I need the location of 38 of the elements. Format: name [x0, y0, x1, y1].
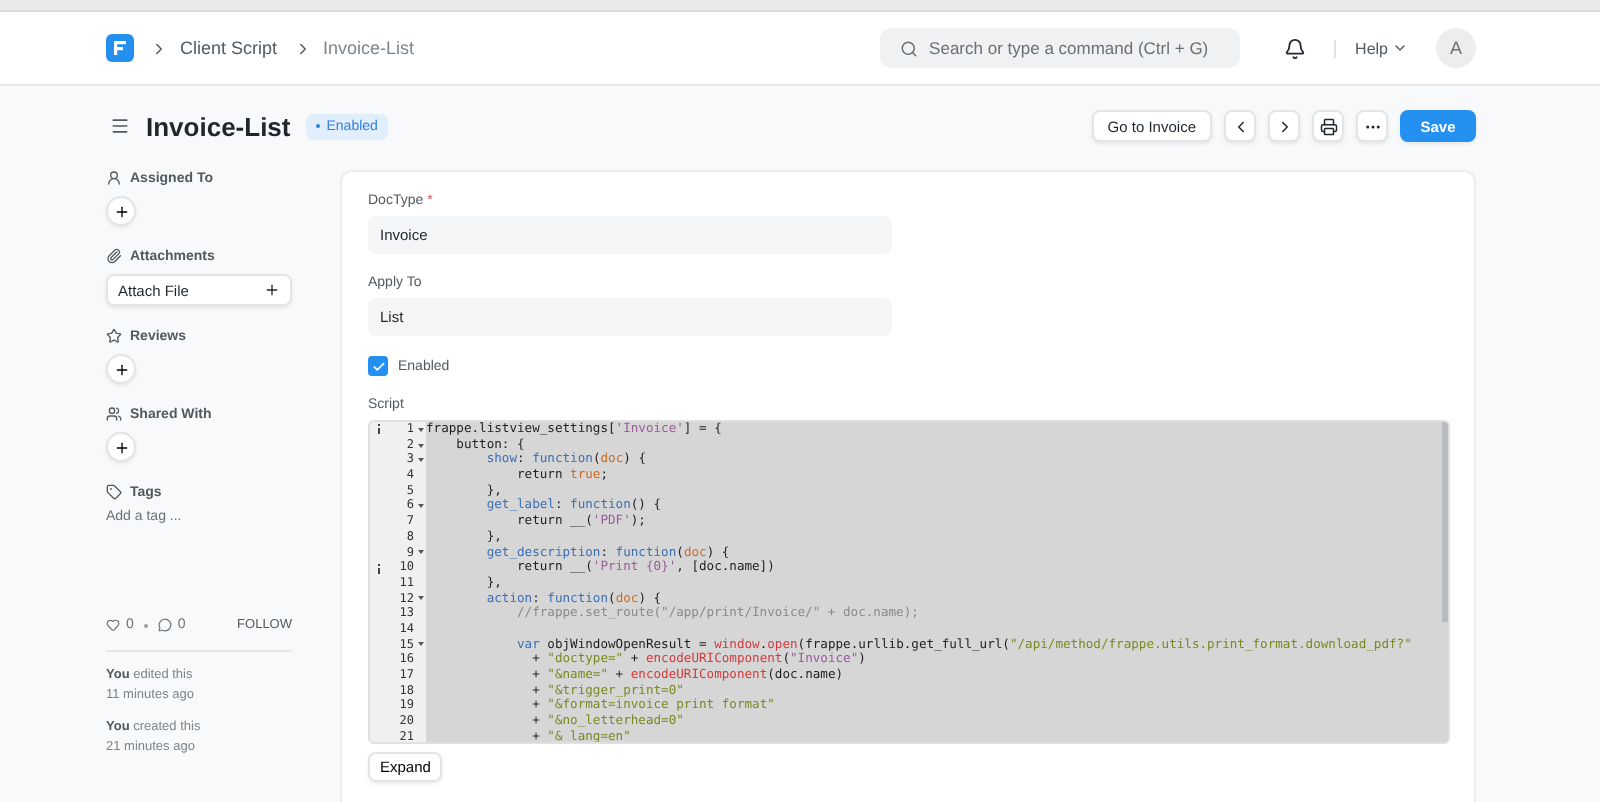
fold-icon[interactable] — [418, 550, 424, 555]
notification-bell-icon[interactable] — [1283, 37, 1306, 59]
caret-icon — [1392, 40, 1408, 56]
fold-icon[interactable] — [418, 458, 424, 463]
menu-icon[interactable] — [110, 116, 130, 136]
user-avatar[interactable]: A — [1436, 28, 1476, 68]
code-editor[interactable] — [368, 420, 1450, 744]
plus-icon — [113, 439, 129, 455]
users-icon — [106, 406, 122, 422]
fold-icon[interactable] — [418, 642, 424, 647]
fold-icon[interactable] — [418, 427, 424, 432]
app-logo-icon[interactable] — [106, 34, 134, 62]
help-menu[interactable]: Help — [1333, 39, 1408, 57]
star-icon — [106, 328, 122, 344]
breadcrumb-link[interactable]: Invoice-List — [323, 38, 415, 58]
page-title: Invoice-List — [146, 111, 291, 141]
fold-icon[interactable] — [418, 443, 424, 448]
breadcrumb-link[interactable]: Client Script — [180, 38, 278, 58]
search-field[interactable]: Search or type a command (Ctrl + G) — [879, 28, 1240, 68]
plus-icon — [264, 282, 280, 298]
printer-icon — [1319, 117, 1337, 135]
chevron-icon — [150, 39, 168, 57]
fold-icon[interactable] — [418, 504, 424, 509]
add-button[interactable] — [106, 196, 136, 226]
plus-icon — [113, 361, 129, 377]
comment-icon[interactable] — [157, 618, 172, 632]
search-icon — [899, 39, 918, 57]
scrollbar[interactable] — [1442, 422, 1448, 622]
print-button[interactable] — [1312, 110, 1344, 142]
paperclip-icon — [106, 248, 122, 264]
user-icon — [106, 170, 122, 186]
tag-icon — [106, 484, 122, 500]
plus-icon — [113, 203, 129, 219]
heart-icon[interactable] — [106, 618, 120, 632]
checkbox[interactable] — [368, 356, 388, 376]
add-button[interactable] — [106, 354, 136, 384]
add-button[interactable] — [106, 432, 136, 462]
fold-icon[interactable] — [418, 596, 424, 601]
